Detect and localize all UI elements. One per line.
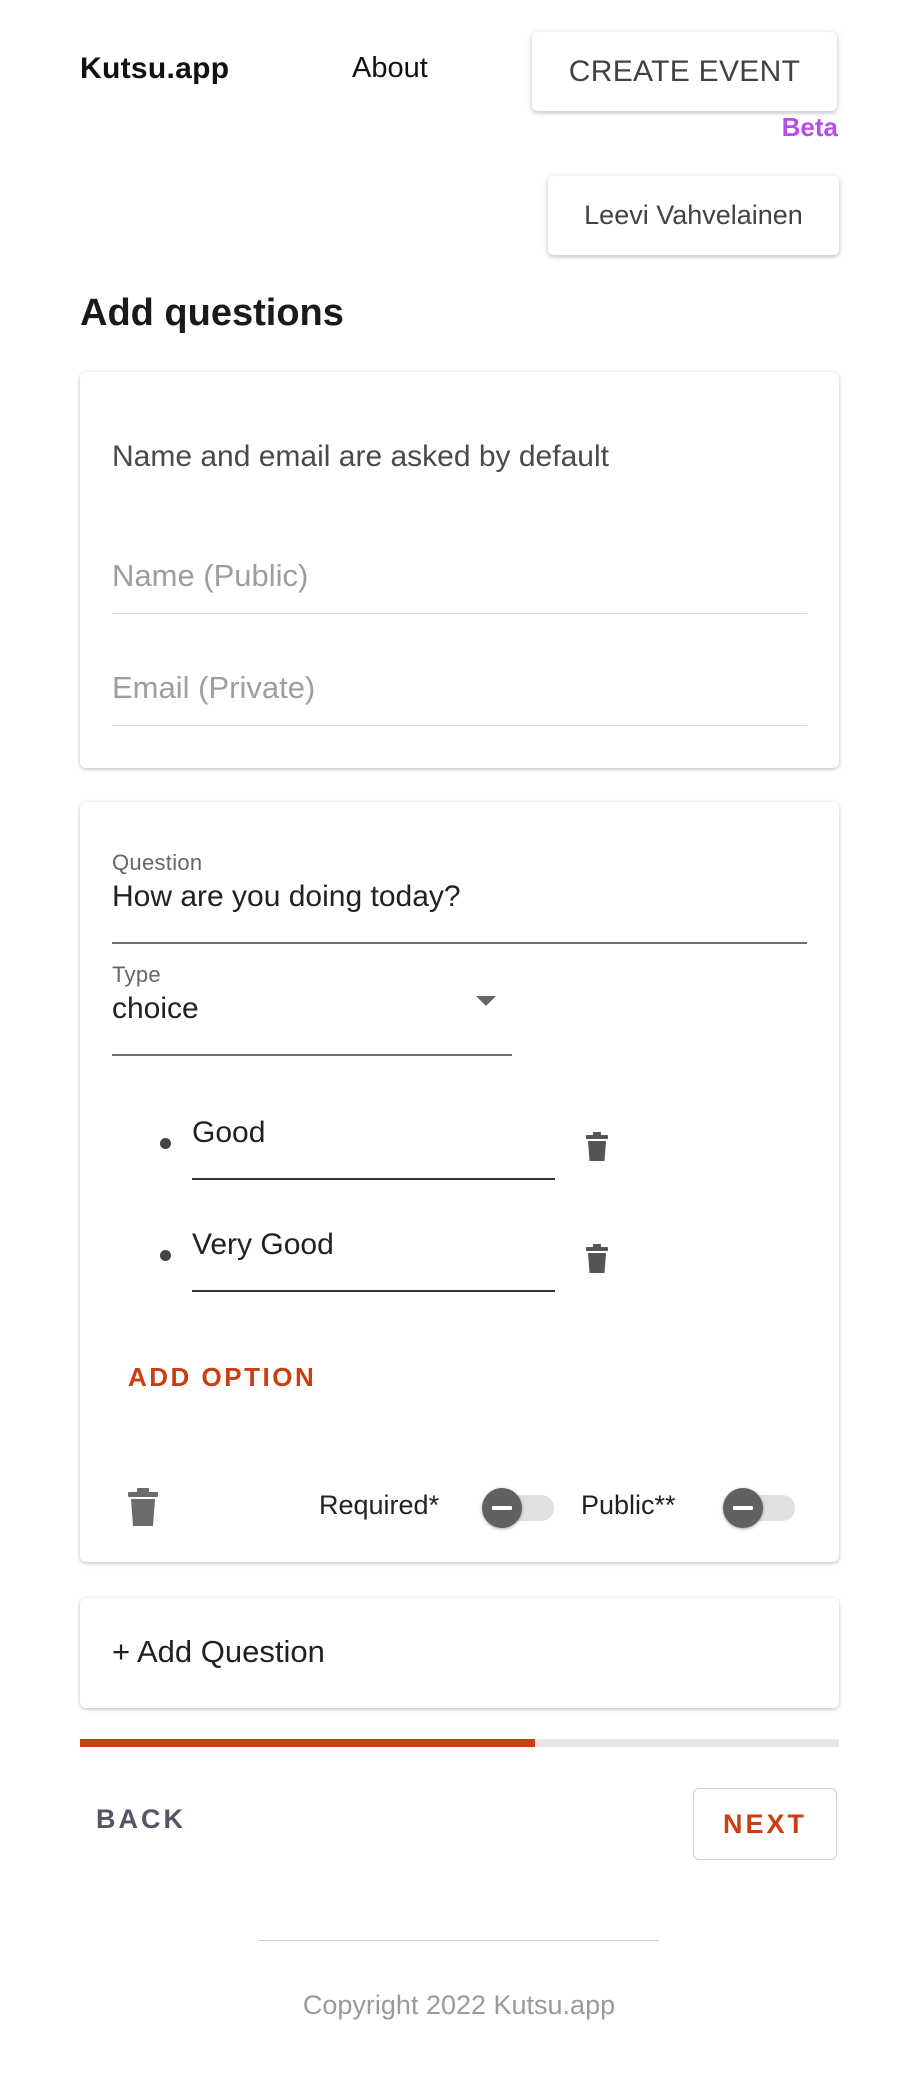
back-button[interactable]: BACK [96,1804,186,1835]
type-select[interactable]: choice [112,992,199,1026]
page-title: Add questions [80,292,344,334]
required-toggle[interactable] [482,1488,554,1528]
name-field-placeholder: Name (Public) [112,558,309,593]
trash-icon[interactable] [586,1244,608,1274]
create-event-button[interactable]: CREATE EVENT [532,32,837,111]
user-button[interactable]: Leevi Vahvelainen [548,176,839,255]
trash-icon[interactable] [128,1488,158,1526]
logo[interactable]: Kutsu.app [80,52,229,86]
option-input[interactable]: Good [192,1116,265,1150]
required-label: Required* [319,1490,440,1520]
email-field-placeholder: Email (Private) [112,670,316,705]
add-question-label: + Add Question [112,1634,325,1669]
public-label: Public** [581,1490,676,1520]
option-input[interactable]: Very Good [192,1228,334,1262]
email-field: Email (Private) [112,656,807,726]
question-input-underline [112,942,807,944]
trash-icon[interactable] [586,1132,608,1162]
next-button[interactable]: NEXT [693,1788,837,1860]
type-label: Type [112,962,161,987]
chevron-down-icon[interactable] [476,996,496,1006]
option-input-underline [192,1178,555,1180]
toggle-thumb [723,1488,763,1528]
add-question-button[interactable]: + Add Question [80,1598,839,1708]
type-select-underline [112,1054,512,1056]
question-input[interactable]: How are you doing today? [112,880,461,914]
question-card: Question How are you doing today? Type c… [80,802,839,1562]
default-fields-card: Name and email are asked by default Name… [80,372,839,768]
option-bullet [160,1250,171,1261]
add-option-button[interactable]: ADD OPTION [128,1362,316,1393]
toggle-thumb [482,1488,522,1528]
name-field: Name (Public) [112,544,807,614]
option-input-underline [192,1290,555,1292]
default-fields-note: Name and email are asked by default [112,440,609,473]
option-bullet [160,1138,171,1149]
progress-bar-fill [80,1739,536,1747]
beta-badge: Beta [781,112,838,142]
about-link[interactable]: About [352,52,428,85]
progress-bar [80,1739,839,1747]
question-label: Question [112,850,203,875]
copyright: Copyright 2022 Kutsu.app [302,1990,616,2020]
footer-divider [258,1940,659,1941]
public-toggle[interactable] [723,1488,795,1528]
